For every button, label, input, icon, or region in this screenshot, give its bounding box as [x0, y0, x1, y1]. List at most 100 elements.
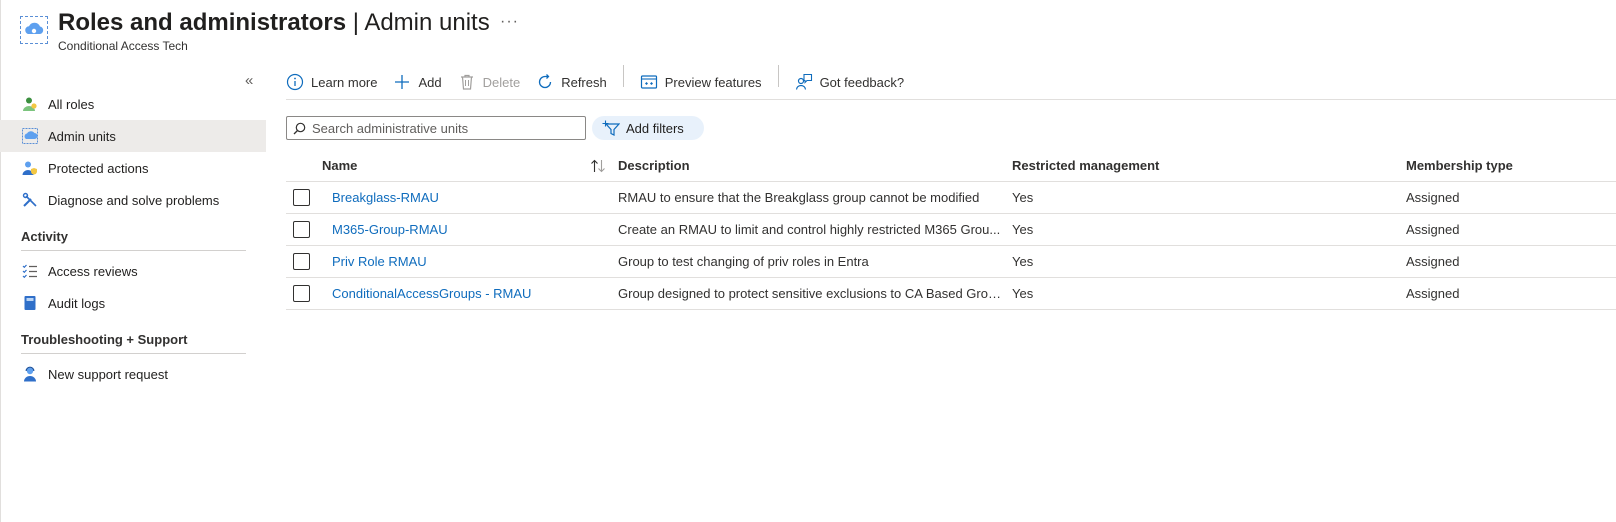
restricted-cell: Yes — [1012, 254, 1034, 269]
admin-unit-link[interactable]: Breakglass-RMAU — [332, 190, 439, 205]
add-filters-button[interactable]: Add filters — [592, 116, 704, 140]
toolbar-separator — [777, 65, 779, 87]
toolbar-divider — [286, 99, 1616, 100]
row-checkbox[interactable] — [293, 221, 310, 238]
sidebar-item-diagnose[interactable]: Diagnose and solve problems — [0, 184, 266, 216]
more-options-button[interactable]: ··· — [500, 13, 519, 31]
sidebar-item-all-roles[interactable]: All roles — [0, 88, 266, 120]
name-cell: ConditionalAccessGroups - RMAU — [322, 286, 618, 301]
info-icon — [286, 73, 304, 91]
page-title-separator: | — [346, 9, 365, 36]
name-cell: Priv Role RMAU — [322, 254, 618, 269]
membership-cell: Assigned — [1406, 190, 1460, 205]
collapse-sidebar-button[interactable]: « — [245, 72, 253, 89]
search-input[interactable] — [312, 120, 572, 136]
sort-icon[interactable] — [590, 159, 606, 173]
row-checkbox[interactable] — [293, 285, 310, 302]
search-icon — [293, 122, 306, 135]
checklist-icon — [22, 263, 38, 279]
row-check-cell — [286, 285, 322, 302]
table-row: Priv Role RMAU Group to test changing of… — [286, 246, 1616, 278]
filter-add-icon — [602, 120, 620, 136]
table-row: Breakglass-RMAU RMAU to ensure that the … — [286, 182, 1616, 214]
add-button[interactable]: Add — [393, 73, 442, 91]
preview-features-button[interactable]: Preview features — [640, 73, 762, 91]
column-header-restricted[interactable]: Restricted management — [1012, 158, 1406, 173]
toolbar-separator — [622, 65, 624, 87]
sidebar-item-label: Admin units — [48, 128, 116, 144]
column-header-label: Name — [322, 158, 358, 173]
section-title-troubleshooting: Troubleshooting + Support — [21, 332, 188, 347]
preview-features-label: Preview features — [664, 74, 762, 90]
feedback-button[interactable]: Got feedback? — [795, 73, 905, 91]
table-row: M365-Group-RMAU Create an RMAU to limit … — [286, 214, 1616, 246]
learn-more-button[interactable]: Learn more — [286, 73, 377, 91]
admin-unit-link[interactable]: ConditionalAccessGroups - RMAU — [332, 286, 531, 301]
refresh-label: Refresh — [561, 74, 607, 90]
page-title-main: Roles and administrators — [58, 9, 347, 36]
sidebar-item-label: Audit logs — [48, 295, 106, 311]
refresh-icon — [536, 73, 554, 91]
name-cell: M365-Group-RMAU — [322, 222, 618, 237]
protected-actions-icon — [22, 160, 38, 176]
description-cell: Group to test changing of priv roles in … — [618, 254, 869, 269]
membership-cell: Assigned — [1406, 254, 1460, 269]
trash-icon — [458, 73, 476, 91]
name-cell: Breakglass-RMAU — [322, 190, 618, 205]
sidebar-item-label: Access reviews — [48, 263, 138, 279]
sidebar-item-audit-logs[interactable]: Audit logs — [0, 287, 266, 319]
description-cell: Group designed to protect sensitive excl… — [618, 286, 1007, 301]
command-bar: Learn more Add Delete Refresh Preview fe… — [286, 65, 920, 96]
add-filters-label: Add filters — [626, 120, 684, 136]
row-checkbox[interactable] — [293, 189, 310, 206]
tenant-name: Conditional Access Tech — [58, 39, 188, 53]
membership-cell: Assigned — [1406, 286, 1460, 301]
column-header-description[interactable]: Description — [618, 158, 1012, 173]
delete-button[interactable]: Delete — [458, 73, 521, 91]
admin-unit-link[interactable]: M365-Group-RMAU — [332, 222, 448, 237]
description-cell: Create an RMAU to limit and control high… — [618, 222, 1001, 237]
admin-units-table: Name Description Restricted management M… — [286, 150, 1616, 310]
sidebar-item-access-reviews[interactable]: Access reviews — [0, 255, 266, 287]
sidebar-item-new-support-request[interactable]: New support request — [0, 358, 266, 390]
page-title: Roles and administrators | Admin units — [58, 10, 490, 36]
column-header-membership[interactable]: Membership type — [1406, 158, 1606, 173]
column-header-name[interactable]: Name — [286, 158, 618, 173]
learn-more-label: Learn more — [311, 74, 378, 90]
plus-icon — [393, 73, 411, 91]
admin-units-icon — [22, 128, 38, 144]
admin-units-logo-icon — [20, 16, 48, 44]
feedback-label: Got feedback? — [819, 74, 905, 90]
delete-label: Delete — [482, 74, 521, 90]
row-check-cell — [286, 253, 322, 270]
section-divider — [21, 353, 246, 354]
support-person-icon — [22, 366, 38, 382]
roles-icon — [22, 96, 38, 112]
description-cell: RMAU to ensure that the Breakglass group… — [618, 190, 980, 205]
sidebar-item-protected-actions[interactable]: Protected actions — [0, 152, 266, 184]
section-divider — [21, 250, 246, 251]
section-title-activity: Activity — [21, 229, 68, 244]
page-title-sub: Admin units — [364, 9, 490, 36]
search-box[interactable] — [286, 116, 586, 140]
row-checkbox[interactable] — [293, 253, 310, 270]
restricted-cell: Yes — [1012, 286, 1034, 301]
feedback-person-icon — [795, 73, 813, 91]
sidebar-item-label: All roles — [48, 96, 95, 112]
row-check-cell — [286, 189, 322, 206]
wrench-icon — [22, 192, 38, 208]
book-icon — [22, 295, 38, 311]
restricted-cell: Yes — [1012, 222, 1034, 237]
table-header: Name Description Restricted management M… — [286, 150, 1616, 182]
sidebar-item-label: Protected actions — [48, 160, 149, 176]
sidebar: All roles Admin units Protected actions … — [0, 88, 266, 390]
membership-cell: Assigned — [1406, 222, 1460, 237]
admin-unit-link[interactable]: Priv Role RMAU — [332, 254, 427, 269]
refresh-button[interactable]: Refresh — [536, 73, 607, 91]
sidebar-item-label: Diagnose and solve problems — [48, 192, 220, 208]
restricted-cell: Yes — [1012, 190, 1034, 205]
sidebar-item-label: New support request — [48, 366, 168, 382]
preview-features-icon — [640, 73, 658, 91]
sidebar-item-admin-units[interactable]: Admin units — [0, 120, 266, 152]
add-label: Add — [418, 74, 442, 90]
